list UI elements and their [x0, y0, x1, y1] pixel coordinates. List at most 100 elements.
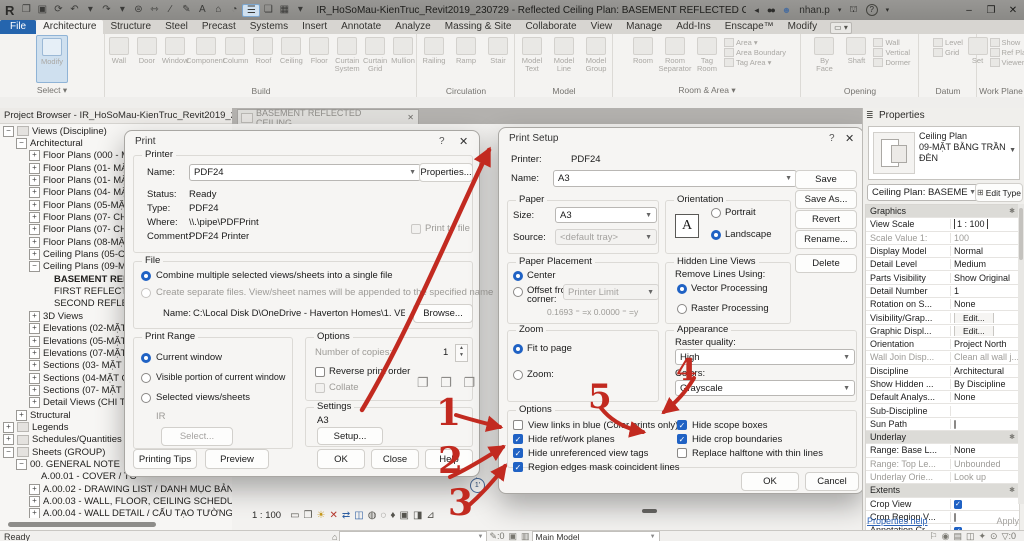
- ribbon-button-door[interactable]: Door: [134, 35, 160, 83]
- property-value-text[interactable]: 1 : 100: [954, 219, 988, 229]
- tree-expander-icon[interactable]: +: [29, 323, 40, 334]
- ribbon-button-window[interactable]: Window: [162, 35, 189, 83]
- view-control-icon-5[interactable]: ◫: [354, 510, 363, 521]
- offset-radio[interactable]: [513, 287, 523, 297]
- tree-item-a-00-03-wall-floor-ceiling-sch[interactable]: +A.00.03 - WALL, FLOOR, CEILING SCHEDULE…: [0, 495, 232, 507]
- status-icon-4[interactable]: ✦: [978, 531, 986, 541]
- setup-delete-button[interactable]: Delete: [795, 254, 857, 273]
- undo-icon[interactable]: ↶: [66, 4, 82, 17]
- open-icon[interactable]: ❐: [18, 4, 34, 17]
- ribbon-group-label-room-area[interactable]: Room & Area ▾: [614, 85, 800, 96]
- tree-expander-icon[interactable]: −: [16, 459, 27, 470]
- region-edges-mask-coincident-lines-checkbox[interactable]: ✓: [513, 462, 523, 472]
- reverse-order-checkbox[interactable]: [315, 367, 325, 377]
- fit-to-page-radio[interactable]: [513, 344, 523, 354]
- app-store-icon[interactable]: ⛫: [849, 4, 857, 16]
- tree-expander-icon[interactable]: +: [29, 360, 40, 371]
- ribbon-tab-architecture[interactable]: Architecture: [36, 20, 103, 34]
- tree-expander-icon[interactable]: −: [3, 126, 14, 137]
- ribbon-button-model-group[interactable]: ModelGroup: [581, 35, 611, 83]
- properties-scrollbar[interactable]: [1018, 204, 1024, 504]
- view-control-icon-10[interactable]: ◨: [413, 510, 422, 521]
- print-to-file-checkbox[interactable]: [411, 224, 421, 234]
- property-row-scale-value-1[interactable]: Scale Value 1:100: [866, 232, 1019, 245]
- search-icon[interactable]: ●●: [767, 5, 774, 15]
- ribbon-tab-manage[interactable]: Manage: [619, 20, 669, 34]
- option-hide-crop-boundaries[interactable]: ✓Hide crop boundaries: [677, 432, 782, 446]
- selected-views-radio[interactable]: [141, 393, 151, 403]
- ribbon-tab-collaborate[interactable]: Collaborate: [518, 20, 583, 34]
- ribbon-button-vertical[interactable]: Vertical: [873, 48, 910, 57]
- ribbon-button-modify[interactable]: Modify: [36, 35, 68, 83]
- edit-type-button[interactable]: ⊞ Edit Type: [975, 183, 1023, 202]
- property-row-detail-number[interactable]: Detail Number1: [866, 285, 1019, 298]
- revit-logo-icon[interactable]: R: [5, 3, 14, 18]
- ribbon-button-room[interactable]: Room: [628, 35, 658, 83]
- view-control-icon-2[interactable]: ☀: [316, 510, 325, 521]
- property-row-underlay-orie[interactable]: Underlay Orie...Look up: [866, 471, 1019, 484]
- ribbon-button-viewer[interactable]: Viewer: [990, 58, 1024, 67]
- tree-expander-icon[interactable]: +: [3, 422, 14, 433]
- modify-tab-menu[interactable]: ▭ ▾: [830, 22, 852, 34]
- ribbon-button-by-face[interactable]: ByFace: [809, 35, 839, 83]
- signed-in-user[interactable]: nhan.p: [799, 5, 830, 16]
- tree-expander-icon[interactable]: +: [29, 237, 40, 248]
- ribbon-button-floor[interactable]: Floor: [306, 35, 332, 83]
- worksets-icon[interactable]: ⌂: [332, 532, 337, 541]
- printer-name-combo[interactable]: PDF24▼: [189, 164, 421, 181]
- tree-expander-icon[interactable]: +: [29, 150, 40, 161]
- visible-portion-radio[interactable]: [141, 373, 151, 383]
- property-row-orientation[interactable]: OrientationProject North: [866, 338, 1019, 351]
- property-row-default-analys[interactable]: Default Analys...None: [866, 391, 1019, 404]
- ribbon-button-curtain-grid[interactable]: CurtainGrid: [362, 35, 388, 83]
- view-control-icon-7[interactable]: ◌: [380, 510, 386, 521]
- property-row-rotation-on-s[interactable]: Rotation on S...None: [866, 298, 1019, 311]
- design-option-icon-2[interactable]: ▥: [521, 531, 530, 541]
- print-ok-button[interactable]: OK: [317, 449, 365, 469]
- property-row-visibility-grap[interactable]: Visibility/Grap...Edit...: [866, 311, 1019, 324]
- ribbon-tab-massing-site[interactable]: Massing & Site: [438, 20, 519, 34]
- view-control-icon-11[interactable]: ⊿: [426, 510, 434, 521]
- ribbon-tab-precast[interactable]: Precast: [195, 20, 243, 34]
- element-selector-combo[interactable]: Ceiling Plan: BASEME▼: [867, 184, 981, 201]
- colors-combo[interactable]: Grayscale▼: [675, 380, 855, 396]
- preview-button[interactable]: Preview: [205, 449, 269, 469]
- setup-close-icon[interactable]: ✕: [845, 132, 854, 145]
- undo-menu-icon[interactable]: ▾: [82, 4, 98, 17]
- apply-button[interactable]: Apply: [996, 516, 1019, 526]
- print-close-button[interactable]: Close: [371, 449, 419, 469]
- property-row-parts-visibility[interactable]: Parts VisibilityShow Original: [866, 271, 1019, 284]
- ribbon-button-level[interactable]: Level: [933, 38, 963, 47]
- ribbon-button-curtain-system[interactable]: CurtainSystem: [334, 35, 360, 83]
- project-browser-hscrollbar[interactable]: [8, 522, 156, 527]
- ribbon-group-label-circulation[interactable]: Circulation: [418, 86, 514, 96]
- ribbon-tab-modify[interactable]: Modify: [781, 20, 824, 34]
- ribbon-button-model-line[interactable]: ModelLine: [549, 35, 579, 83]
- tree-expander-icon[interactable]: +: [29, 397, 40, 408]
- setup-ok-button[interactable]: OK: [741, 472, 799, 491]
- combine-radio[interactable]: [141, 271, 151, 281]
- raster-quality-combo[interactable]: High▼: [675, 349, 855, 365]
- ribbon-button-stair[interactable]: Stair: [483, 35, 513, 83]
- user-icon[interactable]: ☻: [782, 5, 791, 15]
- ribbon-group-label-model[interactable]: Model: [516, 86, 612, 96]
- browse-button[interactable]: Browse...: [413, 304, 473, 323]
- print-help-button[interactable]: Help: [425, 449, 473, 469]
- tree-expander-icon[interactable]: −: [29, 261, 40, 272]
- properties-help-link[interactable]: Properties help: [867, 516, 928, 526]
- property-row-display-model[interactable]: Display ModelNormal: [866, 245, 1019, 258]
- option-replace-halftone-with-thin-l[interactable]: Replace halftone with thin lines: [677, 446, 823, 460]
- dimension-icon[interactable]: ∕: [162, 4, 178, 17]
- property-row-crop-view[interactable]: Crop View✓: [866, 498, 1019, 511]
- collate-checkbox[interactable]: [315, 383, 325, 393]
- ribbon-button-show[interactable]: Show: [990, 38, 1024, 47]
- ribbon-button-set[interactable]: Set: [968, 35, 988, 83]
- tree-expander-icon[interactable]: +: [29, 348, 40, 359]
- property-row-sun-path[interactable]: Sun Path: [866, 418, 1019, 431]
- document-tab[interactable]: BASEMENT REFLECTED CEILING... ✕: [237, 109, 419, 125]
- save-icon[interactable]: ▣: [34, 4, 50, 17]
- tree-expander-icon[interactable]: +: [29, 175, 40, 186]
- center-radio[interactable]: [513, 271, 523, 281]
- tag-icon[interactable]: ✎: [178, 4, 194, 17]
- ribbon-group-label-datum[interactable]: Datum: [920, 86, 976, 96]
